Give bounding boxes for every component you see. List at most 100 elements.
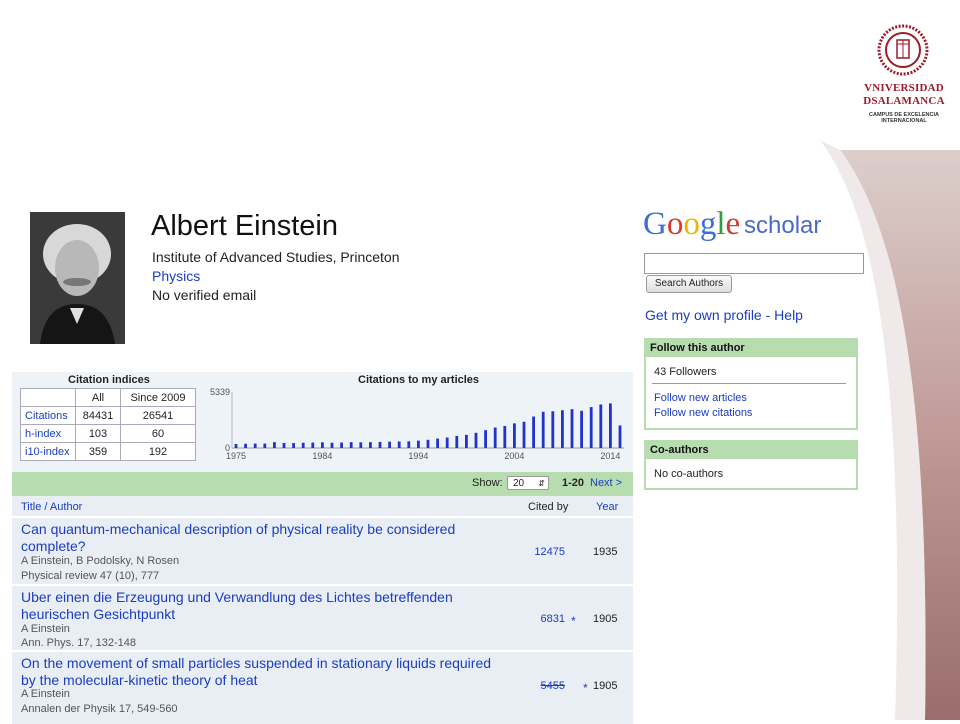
chart-bar (359, 442, 363, 448)
cited-by-link[interactable]: 5455 (505, 680, 565, 692)
help-link[interactable]: Help (774, 307, 803, 323)
publication-venue: Ann. Phys. 17, 132-148 (21, 637, 136, 649)
university-logo: VNIVERSIDAD DSALAMANCA CAMPUS DE EXCELEN… (858, 22, 950, 132)
logo-letter: l (716, 206, 726, 242)
publication-row: On the movement of small particles suspe… (12, 650, 633, 724)
chart-bar (301, 442, 305, 448)
followers-count: 43 Followers (654, 366, 717, 378)
merged-citations-icon[interactable]: * (583, 681, 588, 695)
chart-bar (407, 441, 411, 448)
publication-authors: A Einstein, B Podolsky, N Rosen (21, 555, 180, 567)
logo-letter: o (666, 206, 684, 242)
merged-citations-icon[interactable]: * (571, 614, 576, 628)
citation-indices-title: Citation indices (68, 374, 150, 386)
i10index-since: 192 (120, 442, 196, 461)
university-name-line1: VNIVERSIDAD (864, 82, 944, 94)
university-seal-icon (877, 24, 929, 76)
row-citations-label[interactable]: Citations (20, 406, 76, 425)
publication-row: Uber einen die Erzeugung und Verwandlung… (12, 584, 633, 651)
chart-bar (532, 416, 535, 448)
chart-bar (513, 423, 516, 448)
chart-bar (445, 437, 449, 448)
publication-title-link[interactable]: Uber einen die Erzeugung und Verwandlung… (21, 589, 501, 623)
publication-authors: A Einstein (21, 623, 70, 635)
y-max-label: 5339 (210, 387, 230, 397)
table-corner-cell (20, 388, 76, 407)
follow-box-header: Follow this author (646, 340, 856, 357)
chart-bar (589, 407, 593, 448)
follow-new-citations-link[interactable]: Follow new citations (654, 407, 752, 419)
author-search-input[interactable] (644, 253, 864, 274)
chart-bar (474, 432, 478, 448)
show-label: Show: (472, 477, 503, 489)
chart-bar (234, 444, 238, 448)
chart-bar (349, 442, 353, 448)
row-hindex-label[interactable]: h-index (20, 424, 76, 443)
results-per-page-select[interactable]: 20 ⇵ (507, 476, 549, 490)
chart-bar (321, 442, 324, 448)
next-page-link[interactable]: Next > (590, 477, 622, 489)
chart-bar (417, 440, 420, 448)
logo-letter: g (699, 206, 717, 242)
publication-title-link[interactable]: Can quantum-mechanical description of ph… (21, 521, 501, 555)
chart-bar (244, 443, 247, 448)
profile-photo (30, 212, 125, 344)
logo-letter: o (683, 206, 700, 242)
profile-email-status: No verified email (152, 287, 257, 303)
row-i10index-label[interactable]: i10-index (20, 442, 76, 461)
chart-bar (493, 427, 497, 448)
hindex-since: 60 (120, 424, 196, 443)
sort-by-year-link[interactable]: Year (596, 501, 618, 513)
chart-bar (388, 441, 391, 448)
chart-axis (231, 392, 624, 449)
chart-bar (292, 443, 295, 448)
google-scholar-logo[interactable]: Google (643, 206, 740, 246)
logo-letter: e (725, 206, 741, 242)
chart-bar (330, 442, 334, 448)
chart-bar (609, 403, 612, 448)
sort-by-title-link[interactable]: Title / Author (21, 501, 82, 513)
results-range: 1-20 (562, 477, 585, 489)
follow-new-articles-link[interactable]: Follow new articles (654, 392, 747, 404)
logo-letter: G (643, 206, 667, 242)
publication-venue: Annalen der Physik 17, 549-560 (21, 703, 178, 715)
cited-by-header: Cited by (528, 501, 569, 513)
profile-field-link[interactable]: Physics (152, 268, 200, 284)
publication-authors: A Einstein (21, 688, 70, 700)
x-tick-label: 2014 (600, 451, 620, 461)
chart-bar (618, 425, 622, 448)
get-own-profile-link[interactable]: Get my own profile (645, 307, 762, 323)
publication-row: Can quantum-mechanical description of ph… (12, 516, 633, 585)
chart-bars (234, 403, 622, 448)
chart-bar (522, 421, 526, 448)
table-row: All Since 2009 (20, 388, 196, 407)
chart-labels: 533901975 1984 1994 2004 2014 (210, 387, 620, 461)
chart-bar (465, 434, 468, 448)
chart-bar (378, 441, 382, 448)
x-tick-label: 2004 (504, 451, 524, 461)
chart-bar (599, 404, 603, 448)
cited-by-link[interactable]: 12475 (505, 546, 565, 558)
chart-bar (340, 442, 343, 448)
chart-bar (541, 411, 545, 448)
scholar-wordmark: scholar (744, 212, 822, 239)
col-all: All (75, 388, 121, 407)
chart-bar (263, 443, 267, 448)
chart-bar (455, 435, 459, 448)
publication-venue: Physical review 47 (10), 777 (21, 570, 160, 582)
publication-title-link[interactable]: On the movement of small particles suspe… (21, 655, 501, 689)
chart-bar (484, 430, 487, 448)
chart-bar (580, 410, 583, 448)
university-campus-line: CAMPUS DE EXCELENCIA INTERNACIONAL (869, 112, 939, 124)
no-coauthors-text: No co-authors (654, 468, 724, 480)
x-tick-label: 1975 (226, 451, 246, 461)
publication-year: 1935 (593, 546, 618, 558)
chart-bar (311, 442, 315, 448)
citations-all: 84431 (75, 406, 121, 425)
search-authors-button[interactable]: Search Authors (646, 275, 732, 293)
hindex-all: 103 (75, 424, 121, 443)
chart-bar (253, 443, 257, 448)
divider (652, 383, 846, 384)
cited-by-link[interactable]: 6831 (505, 613, 565, 625)
table-row: Citations 84431 26541 (20, 406, 196, 425)
